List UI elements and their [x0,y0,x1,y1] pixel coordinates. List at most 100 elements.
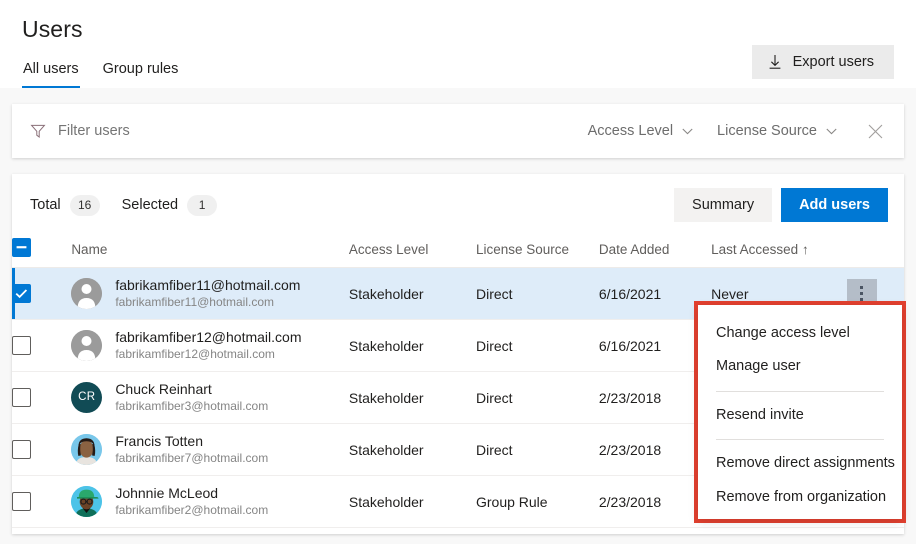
row-access-level: Stakeholder [349,424,476,476]
row-user-email: fabrikamfiber11@hotmail.com [115,295,300,311]
column-header-date-added[interactable]: Date Added [599,232,711,268]
row-user-email: fabrikamfiber7@hotmail.com [115,451,268,467]
row-name-cell: CR Chuck Reinhartfabrikamfiber3@hotmail.c… [71,372,349,424]
column-header-last-accessed[interactable]: Last Accessed ↑ [711,232,849,268]
row-user-email: fabrikamfiber2@hotmail.com [115,503,268,519]
tab-bar: All users Group rules [22,57,179,88]
avatar [71,278,102,309]
filter-users-input[interactable] [58,123,358,139]
last-accessed-label: Last Accessed [711,242,798,257]
person-placeholder-icon [71,278,102,309]
sort-ascending-icon: ↑ [802,242,809,257]
list-toolbar: Total 16 Selected 1 Summary Add users [12,174,904,232]
row-name-cell: fabrikamfiber12@hotmail.comfabrikamfiber… [71,320,349,372]
row-checkbox[interactable] [12,492,31,511]
kebab-dot [860,292,863,295]
user-photo [71,434,102,465]
row-license-source: Direct [476,372,599,424]
select-all-checkbox[interactable] [12,238,31,257]
row-name-cell: fabrikamfiber11@hotmail.comfabrikamfiber… [71,268,349,320]
export-users-button[interactable]: Export users [752,45,894,79]
header-row: All users Group rules Export users [0,43,916,88]
download-icon [768,54,782,70]
row-user-name: fabrikamfiber12@hotmail.com [115,328,301,346]
users-page: Users All users Group rules Export users [0,0,916,544]
context-menu-separator [716,391,884,392]
tab-group-rules[interactable]: Group rules [102,57,180,88]
row-license-source: Direct [476,320,599,372]
funnel-icon [30,123,46,139]
row-access-level: Stakeholder [349,320,476,372]
row-checkbox[interactable] [12,440,31,459]
page-header: Users All users Group rules Export users [0,0,916,88]
avatar [71,486,102,517]
column-header-license-source[interactable]: License Source [476,232,599,268]
count-group: Total 16 Selected 1 [30,195,217,216]
row-user-name: fabrikamfiber11@hotmail.com [115,276,300,294]
chevron-down-icon [682,128,693,135]
license-source-filter-label: License Source [717,123,817,139]
row-select-cell [12,268,71,320]
column-header-access-level[interactable]: Access Level [349,232,476,268]
table-header-row: Name Access Level License Source Date Ad… [12,232,904,268]
row-user-email: fabrikamfiber12@hotmail.com [115,347,301,363]
row-checkbox[interactable] [12,336,31,355]
close-icon[interactable] [861,123,888,140]
total-label: Total [30,197,61,213]
avatar: CR [71,382,102,413]
filter-right-group: Access Level License Source [588,123,888,140]
access-level-filter[interactable]: Access Level [588,123,693,139]
selected-count-badge: 1 [187,195,217,216]
row-select-cell [12,476,71,528]
row-license-source: Group Rule [476,476,599,528]
column-header-name[interactable]: Name [71,232,349,268]
row-license-source: Direct [476,424,599,476]
row-user-email: fabrikamfiber3@hotmail.com [115,399,268,415]
avatar [71,330,102,361]
selected-label: Selected [122,197,178,213]
row-checkbox[interactable] [12,284,31,303]
filter-left-group [30,123,358,139]
row-user-name: Johnnie McLeod [115,484,268,502]
license-source-filter[interactable]: License Source [717,123,837,139]
row-name-cell: Francis Tottenfabrikamfiber7@hotmail.com [71,424,349,476]
context-menu-item[interactable]: Change access level [698,317,902,350]
row-checkbox[interactable] [12,388,31,407]
person-placeholder-icon [71,330,102,361]
summary-button[interactable]: Summary [674,188,772,222]
row-access-level: Stakeholder [349,268,476,320]
context-menu-separator [716,439,884,440]
row-context-menu-highlight: Change access levelManage user Resend inv… [694,301,906,523]
selected-count: Selected 1 [122,195,217,216]
tab-all-users[interactable]: All users [22,57,80,88]
row-user-name: Francis Totten [115,432,268,450]
context-menu-item[interactable]: Manage user [698,350,902,383]
row-select-cell [12,424,71,476]
toolbar-buttons: Summary Add users [674,188,888,222]
row-user-name: Chuck Reinhart [115,380,268,398]
row-license-source: Direct [476,268,599,320]
row-access-level: Stakeholder [349,372,476,424]
filter-bar: Access Level License Source [12,104,904,158]
user-photo [71,486,102,517]
kebab-dot [860,286,863,289]
add-users-button[interactable]: Add users [781,188,888,222]
total-count: Total 16 [30,195,100,216]
total-count-badge: 16 [70,195,100,216]
context-menu-item[interactable]: Resend invite [698,399,902,432]
page-title: Users [0,10,916,43]
row-select-cell [12,320,71,372]
chevron-down-icon [826,128,837,135]
row-name-cell: Johnnie McLeodfabrikamfiber2@hotmail.com [71,476,349,528]
context-menu-item[interactable]: Remove from organization [698,481,902,514]
column-header-actions [849,232,904,268]
avatar [71,434,102,465]
avatar-initials: CR [78,391,95,403]
select-all-header [12,232,71,268]
table-header: Name Access Level License Source Date Ad… [12,232,904,268]
row-access-level: Stakeholder [349,476,476,528]
row-context-menu: Change access levelManage user Resend inv… [698,305,902,519]
access-level-filter-label: Access Level [588,123,673,139]
context-menu-item[interactable]: Remove direct assignments [698,447,902,480]
row-select-cell [12,372,71,424]
